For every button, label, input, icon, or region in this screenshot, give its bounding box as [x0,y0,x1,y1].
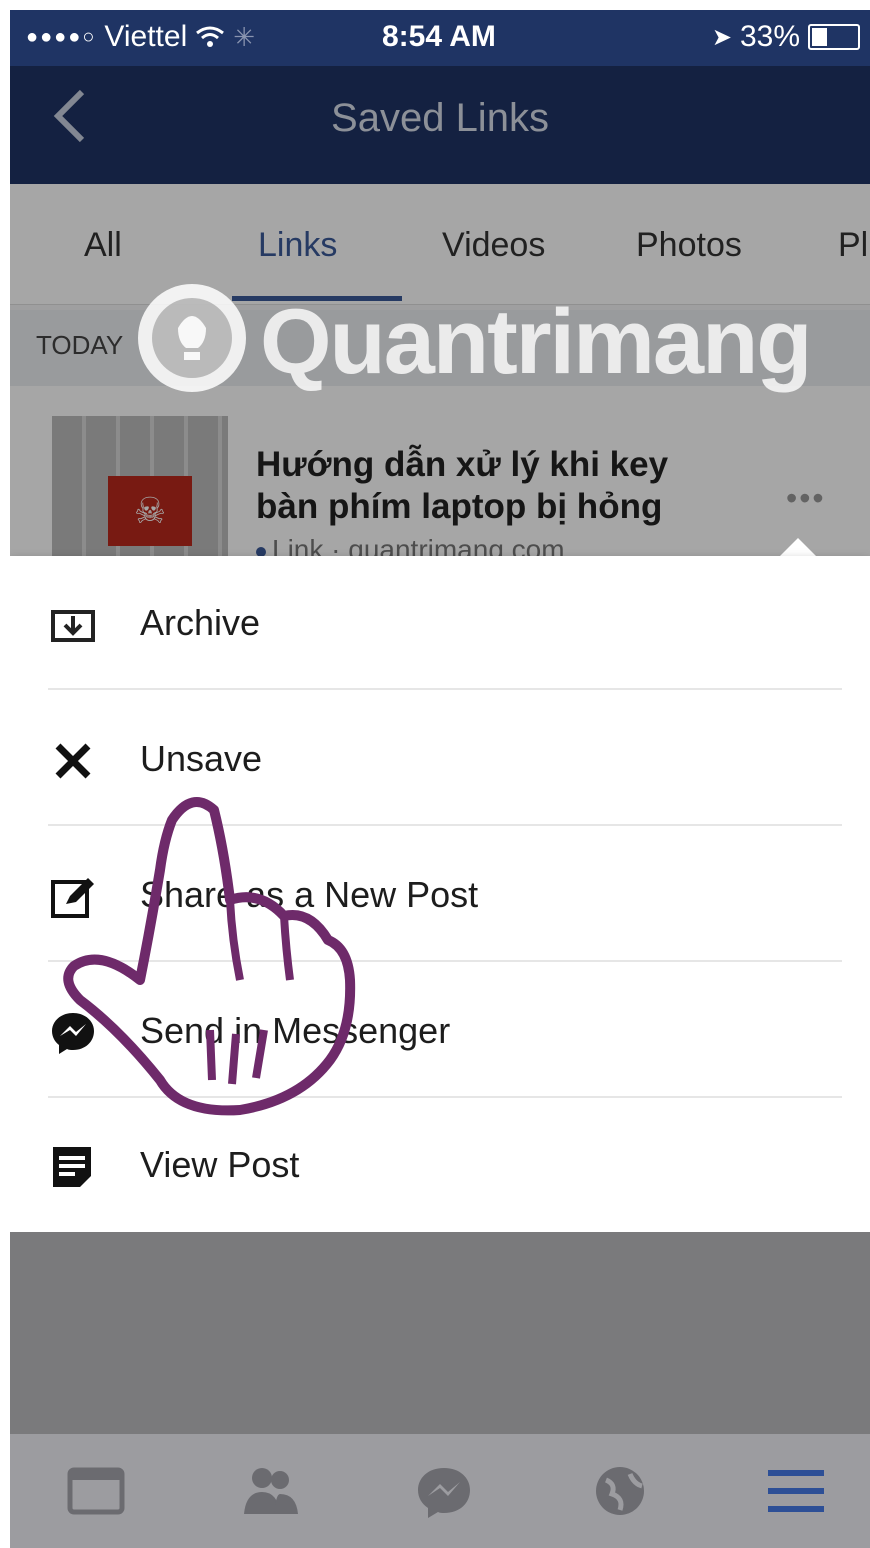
archive-icon [51,610,95,642]
watermark-text: Quantrimang [260,291,812,393]
carrier-signal: ●●●●○ Viettel ✳ [26,20,255,54]
battery-percentage: 33% [739,20,800,53]
menu-caret [780,538,816,556]
loading-icon: ✳ [233,21,256,52]
news-feed-icon[interactable] [66,1464,126,1518]
battery-fill [812,28,827,46]
friends-icon[interactable] [240,1464,300,1518]
wifi-icon [196,26,225,47]
status-right: ➤ 33% [712,20,860,54]
battery-icon [808,24,860,50]
phone-screen: ●●●●○ Viettel ✳ 8:54 AM ➤ 33% Saved Link… [10,10,870,1548]
watermark-logo: Quantrimang [130,272,850,402]
location-icon: ➤ [711,23,732,51]
menu-item-label: View Post [140,1144,300,1185]
bottom-tab-bar [10,1434,870,1548]
status-time: 8:54 AM [382,20,496,53]
status-bar: ●●●●○ Viettel ✳ 8:54 AM ➤ 33% [10,10,870,66]
menu-item-archive[interactable]: Archive [10,556,870,690]
globe-icon[interactable] [590,1464,650,1518]
carrier-name: Viettel [104,20,188,53]
menu-icon[interactable] [766,1464,826,1518]
lightbulb-logo-icon [138,284,246,392]
bottom-dim-area[interactable] [10,1232,870,1442]
pointing-hand-icon [63,797,356,1116]
close-icon [55,743,91,779]
signal-icon: ●●●●○ [26,25,97,48]
menu-divider [48,688,842,690]
menu-item-label: Unsave [140,738,263,779]
view-post-icon [53,1147,91,1187]
messenger-icon[interactable] [414,1464,474,1518]
menu-item-label: Archive [140,602,261,643]
